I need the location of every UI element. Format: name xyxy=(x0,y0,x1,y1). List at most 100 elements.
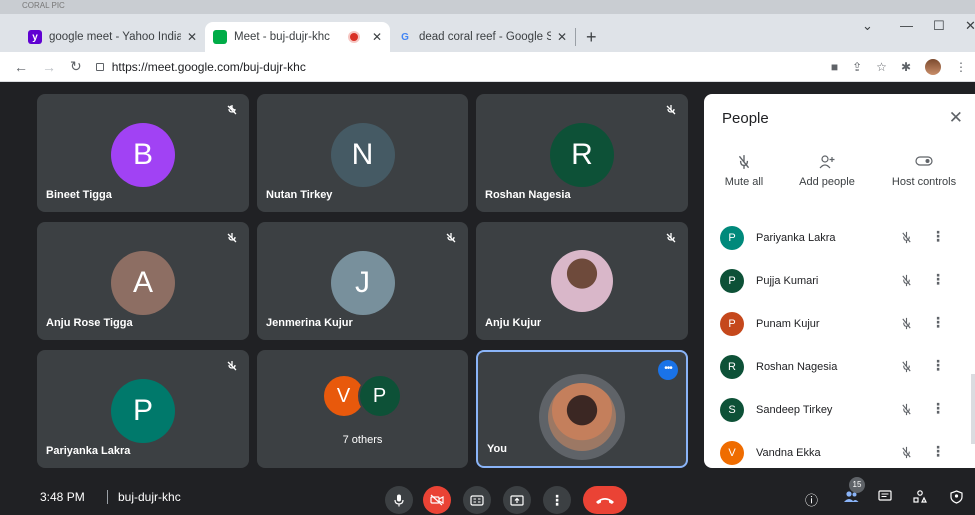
more-vert-icon[interactable]: ⋮ xyxy=(931,357,945,374)
participant-tile[interactable]: P Pariyanka Lakra xyxy=(37,350,249,468)
tab-title: dead coral reef - Google Search xyxy=(419,31,551,43)
activities-icon[interactable] xyxy=(913,490,927,506)
desktop-label: CORAL PIC xyxy=(22,1,65,10)
tab-google[interactable]: G dead coral reef - Google Search ✕ xyxy=(390,22,575,52)
extensions-icon[interactable]: ✱ xyxy=(901,60,911,74)
add-person-icon xyxy=(796,154,858,176)
browser-toolbar: ← → ↻ https://meet.google.com/buj-dujr-k… xyxy=(0,52,975,82)
participant-tile[interactable]: B Bineet Tigga xyxy=(37,94,249,212)
participant-tile[interactable]: Anju Kujur xyxy=(476,222,688,340)
profile-avatar[interactable] xyxy=(925,59,941,75)
more-options-button[interactable]: ••• xyxy=(658,360,678,380)
panel-title: People xyxy=(722,110,769,127)
more-vert-icon[interactable]: ⋮ xyxy=(931,271,945,288)
tab-title: google meet - Yahoo India Searc xyxy=(49,31,181,43)
mic-off-icon xyxy=(446,233,456,243)
new-tab-button[interactable]: + xyxy=(586,22,597,52)
back-icon[interactable]: ← xyxy=(14,59,28,75)
participant-name: You xyxy=(487,443,507,455)
divider xyxy=(107,490,108,504)
mic-off-icon xyxy=(227,105,237,115)
mic-off-icon xyxy=(666,233,676,243)
os-top-stripe xyxy=(0,0,975,14)
mic-off-icon[interactable] xyxy=(900,360,913,373)
meeting-details-icon[interactable]: ⓘ xyxy=(805,490,818,509)
browser-menu-icon[interactable]: ⋮ xyxy=(955,60,967,74)
list-item[interactable]: P Punam Kujur ⋮ xyxy=(704,302,975,345)
participant-name: Nutan Tirkey xyxy=(266,189,333,201)
mic-off-icon[interactable] xyxy=(900,403,913,416)
participant-name: Pariyanka Lakra xyxy=(756,231,836,244)
camera-indicator-icon[interactable]: ■ xyxy=(831,60,838,74)
more-vert-icon[interactable]: ⋮ xyxy=(931,443,945,460)
mute-all-button[interactable]: Mute all xyxy=(720,154,768,188)
meet-icon xyxy=(213,30,227,44)
list-item[interactable]: R Roshan Nagesia ⋮ xyxy=(704,345,975,388)
captions-button[interactable] xyxy=(463,486,491,514)
maximize-icon[interactable]: ☐ xyxy=(933,18,945,34)
microphone-button[interactable] xyxy=(385,486,413,514)
participant-tile[interactable]: R Roshan Nagesia xyxy=(476,94,688,212)
tab-strip: y google meet - Yahoo India Searc ✕ Meet… xyxy=(20,22,597,52)
leave-call-button[interactable] xyxy=(583,486,627,514)
list-item[interactable]: P Pariyanka Lakra ⋮ xyxy=(704,216,975,259)
close-tab-icon[interactable]: ✕ xyxy=(372,30,382,44)
present-button[interactable] xyxy=(503,486,531,514)
mic-off-icon[interactable] xyxy=(900,317,913,330)
more-vert-icon[interactable]: ⋮ xyxy=(931,228,945,245)
mic-off-icon[interactable] xyxy=(900,274,913,287)
yahoo-icon: y xyxy=(28,30,42,44)
participant-name: Sandeep Tirkey xyxy=(756,403,833,416)
camera-off-icon xyxy=(430,494,444,506)
list-item[interactable]: P Pujja Kumari ⋮ xyxy=(704,259,975,302)
more-vert-icon[interactable]: ⋮ xyxy=(931,314,945,331)
window-close-icon[interactable]: ✕ xyxy=(965,18,975,34)
mic-off-icon[interactable] xyxy=(900,231,913,244)
participant-name: Punam Kujur xyxy=(756,317,820,330)
address-bar[interactable]: https://meet.google.com/buj-dujr-khc xyxy=(95,60,306,74)
participant-name: Roshan Nagesia xyxy=(485,189,571,201)
participant-avatar: N xyxy=(330,123,395,187)
others-tile[interactable]: V P 7 others xyxy=(257,350,468,468)
participant-tile[interactable]: N Nutan Tirkey xyxy=(257,94,468,212)
participant-tile[interactable]: J Jenmerina Kujur xyxy=(257,222,468,340)
panel-scrollbar[interactable] xyxy=(971,374,975,444)
minimize-icon[interactable]: — xyxy=(900,18,913,33)
camera-button[interactable] xyxy=(423,486,451,514)
participant-name: Anju Kujur xyxy=(485,317,542,329)
avatar: V xyxy=(720,440,744,465)
close-icon[interactable]: ✕ xyxy=(949,108,963,128)
participant-name: Vandna Ekka xyxy=(756,446,821,459)
participant-avatar: R xyxy=(550,123,614,187)
list-item[interactable]: S Sandeep Tirkey ⋮ xyxy=(704,388,975,431)
self-tile[interactable]: ••• You xyxy=(476,350,688,468)
add-people-button[interactable]: Add people xyxy=(796,154,858,188)
share-icon[interactable]: ⇪ xyxy=(852,60,862,74)
mic-off-icon xyxy=(666,105,676,115)
meeting-time: 3:48 PM xyxy=(40,490,85,504)
host-controls-button[interactable]: Host controls xyxy=(888,154,960,188)
reload-icon[interactable]: ↻ xyxy=(70,58,82,75)
close-tab-icon[interactable]: ✕ xyxy=(187,30,197,44)
more-vert-icon[interactable]: ⋮ xyxy=(931,400,945,417)
participant-avatar: J xyxy=(330,251,395,315)
mic-off-icon[interactable] xyxy=(900,446,913,459)
tab-meet[interactable]: Meet - buj-dujr-khc ✕ xyxy=(205,22,390,52)
forward-icon[interactable]: → xyxy=(42,59,56,75)
participant-avatar: P xyxy=(111,379,175,443)
participant-tile[interactable]: A Anju Rose Tigga xyxy=(37,222,249,340)
mic-off-icon xyxy=(720,154,768,176)
bookmark-star-icon[interactable]: ☆ xyxy=(876,60,887,74)
tab-search-icon[interactable]: ⌄ xyxy=(862,18,873,34)
host-controls-icon[interactable] xyxy=(950,490,963,507)
recording-indicator-icon xyxy=(349,33,358,41)
close-tab-icon[interactable]: ✕ xyxy=(557,30,567,44)
toggle-icon xyxy=(888,154,960,176)
action-label: Add people xyxy=(799,176,855,188)
present-screen-icon xyxy=(510,494,524,506)
chat-icon[interactable] xyxy=(878,490,892,506)
tab-yahoo[interactable]: y google meet - Yahoo India Searc ✕ xyxy=(20,22,205,52)
mic-off-icon xyxy=(227,233,237,243)
more-options-button[interactable]: ⋮ xyxy=(543,486,571,514)
list-item[interactable]: V Vandna Ekka ⋮ xyxy=(704,431,975,474)
